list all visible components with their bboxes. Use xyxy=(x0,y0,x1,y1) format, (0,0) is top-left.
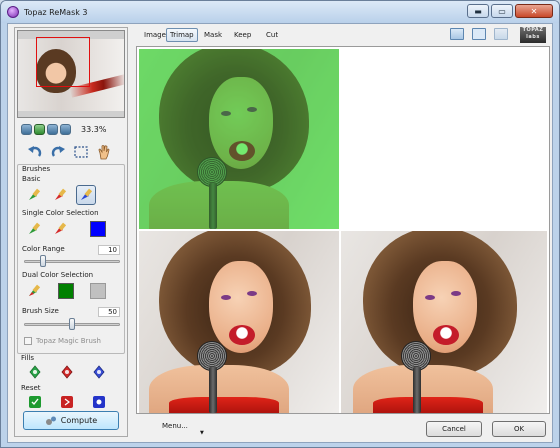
color-range-track xyxy=(24,260,120,263)
app-logo-icon xyxy=(7,6,19,18)
brand-line-1: TOPAZ xyxy=(522,27,544,33)
mask-pane[interactable] xyxy=(341,49,547,229)
color-range-slider[interactable] xyxy=(40,255,47,267)
zoom-fit-icon[interactable] xyxy=(47,123,58,135)
basic-label: Basic xyxy=(22,175,41,183)
cancel-button[interactable]: Cancel xyxy=(426,421,482,437)
maximize-button[interactable]: ▭ xyxy=(491,4,513,18)
trimap-pane[interactable] xyxy=(139,49,339,229)
brushes-title: Brushes xyxy=(22,165,51,173)
zoom-actual-icon[interactable] xyxy=(60,123,71,135)
result-image xyxy=(341,231,547,413)
client-area: 33.3% Brushes Basic Single Color Selecti… xyxy=(7,23,553,443)
compute-label: Compute xyxy=(60,416,98,425)
topaz-labs-logo: TOPAZ labs xyxy=(520,27,546,43)
red-reset-icon xyxy=(61,396,73,408)
compute-button[interactable]: Compute xyxy=(23,411,119,430)
dual-color-label: Dual Color Selection xyxy=(22,271,94,279)
red-dropper-brush-icon xyxy=(55,222,67,234)
result-pane[interactable] xyxy=(341,231,547,413)
green-reset-icon xyxy=(29,396,41,408)
hand-pan-icon[interactable] xyxy=(96,144,112,160)
close-button[interactable]: ✕ xyxy=(515,4,553,18)
view-toolbar: Image Trimap Mask Keep Cut TOPAZ labs xyxy=(136,27,548,45)
blue-fill-bucket-icon xyxy=(93,365,105,379)
compute-brush-button[interactable] xyxy=(76,185,96,205)
color-range-value[interactable]: 10 xyxy=(98,245,120,255)
quad-view-icon[interactable] xyxy=(494,28,508,40)
single-view-icon[interactable] xyxy=(450,28,464,40)
blue-brush-icon xyxy=(81,188,93,200)
single-color-swatch[interactable] xyxy=(90,221,106,237)
fill-compute-button[interactable] xyxy=(89,362,109,382)
ok-button[interactable]: OK xyxy=(492,421,546,437)
reset-compute-button[interactable] xyxy=(89,392,109,412)
reset-group: Reset xyxy=(17,384,125,412)
dual-color-swatch-2[interactable] xyxy=(90,283,106,299)
brush-size-slider[interactable] xyxy=(69,318,75,330)
image-canvas[interactable] xyxy=(136,46,550,414)
original-image xyxy=(139,231,339,413)
compute-gears-icon xyxy=(45,416,56,425)
brushes-group: Brushes Basic Single Color Selection Col… xyxy=(17,164,125,354)
fills-group: Fills xyxy=(17,354,125,382)
magic-brush-checkbox[interactable] xyxy=(24,337,32,345)
red-brush-icon xyxy=(55,188,67,200)
zoom-in-icon[interactable] xyxy=(34,123,45,135)
title-bar: Topaz ReMask 3 ▬ ▭ ✕ xyxy=(1,1,559,23)
app-window: Topaz ReMask 3 ▬ ▭ ✕ 33.3% Brushes Basic… xyxy=(0,0,560,448)
undo-icon[interactable] xyxy=(27,144,43,160)
zoom-out-icon[interactable] xyxy=(21,123,32,135)
brand-line-2: labs xyxy=(526,34,540,40)
brush-size-label: Brush Size xyxy=(22,307,59,315)
menu-dropdown-arrow-icon[interactable]: ▼ xyxy=(200,430,204,436)
redo-icon[interactable] xyxy=(50,144,66,160)
navigator-thumbnail[interactable] xyxy=(17,30,125,118)
window-controls: ▬ ▭ ✕ xyxy=(467,4,553,18)
fill-cut-button[interactable] xyxy=(57,362,77,382)
blue-reset-icon xyxy=(93,396,105,408)
tab-keep[interactable]: Keep xyxy=(230,28,255,42)
fill-keep-button[interactable] xyxy=(25,362,45,382)
single-color-cut-button[interactable] xyxy=(50,219,70,239)
reset-keep-button[interactable] xyxy=(25,392,45,412)
tab-trimap[interactable]: Trimap xyxy=(166,28,198,42)
marquee-select-icon[interactable] xyxy=(73,144,89,160)
reset-title: Reset xyxy=(21,384,41,392)
minimize-button[interactable]: ▬ xyxy=(467,4,489,18)
single-color-label: Single Color Selection xyxy=(22,209,99,217)
magic-brush-label: Topaz Magic Brush xyxy=(36,337,101,345)
menu-button[interactable]: Menu... xyxy=(162,422,188,430)
tab-mask[interactable]: Mask xyxy=(200,28,226,42)
reset-cut-button[interactable] xyxy=(57,392,77,412)
zoom-controls: 33.3% xyxy=(21,122,125,136)
dual-color-brush-button[interactable] xyxy=(24,281,44,301)
single-color-keep-button[interactable] xyxy=(24,219,44,239)
cut-brush-button[interactable] xyxy=(50,185,70,205)
green-brush-icon xyxy=(29,188,41,200)
tools-row xyxy=(21,142,125,162)
dual-color-swatch-1[interactable] xyxy=(58,283,74,299)
brush-size-value[interactable]: 50 xyxy=(98,307,120,317)
navigator-viewport-rect[interactable] xyxy=(36,37,90,87)
red-fill-bucket-icon xyxy=(61,365,73,379)
window-title: Topaz ReMask 3 xyxy=(24,7,88,17)
original-pane[interactable] xyxy=(139,231,339,413)
green-dropper-brush-icon xyxy=(29,222,41,234)
zoom-value: 33.3% xyxy=(81,124,107,134)
trimap-image xyxy=(139,49,339,229)
fills-title: Fills xyxy=(21,354,34,362)
green-fill-bucket-icon xyxy=(29,365,41,379)
split-view-icon[interactable] xyxy=(472,28,486,40)
color-range-label: Color Range xyxy=(22,245,65,253)
keep-brush-button[interactable] xyxy=(24,185,44,205)
bottom-bar: Menu... ▼ Cancel OK xyxy=(136,418,550,440)
dual-brush-icon xyxy=(29,284,41,296)
left-panel: 33.3% Brushes Basic Single Color Selecti… xyxy=(14,27,128,437)
tab-cut[interactable]: Cut xyxy=(262,28,282,42)
